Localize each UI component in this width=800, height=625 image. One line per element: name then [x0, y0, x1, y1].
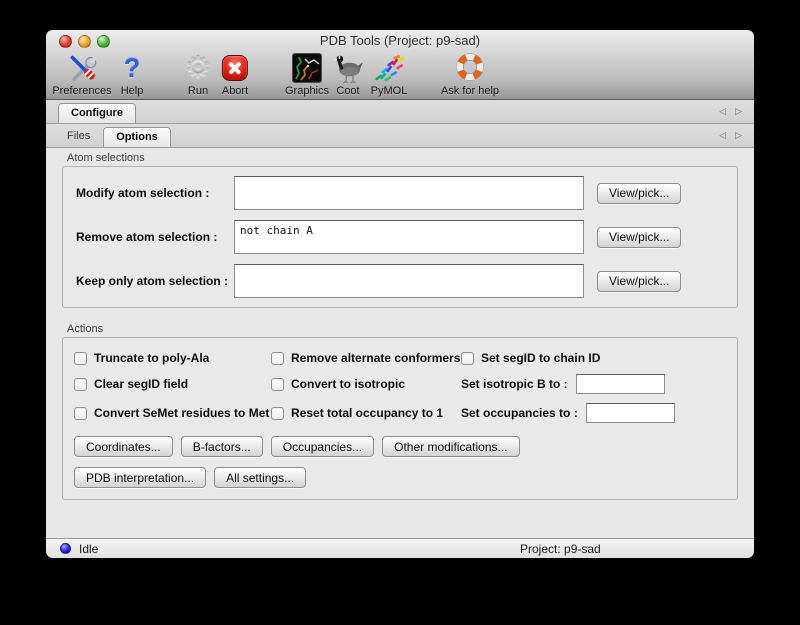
toolbar-button-preferences[interactable]: Preferences [52, 51, 111, 97]
tools-icon [52, 51, 111, 84]
truncate-poly-ala-checkbox[interactable] [74, 352, 87, 365]
convert-to-isotropic-checkbox[interactable] [271, 378, 284, 391]
atom-selections-caption: Atom selections [67, 152, 738, 164]
actions-button-row-1: Coordinates... B-factors... Occupancies.… [74, 436, 737, 457]
pdb-interpretation-button[interactable]: PDB interpretation... [74, 467, 206, 488]
keep-only-atom-selection-label: Keep only atom selection : [76, 274, 234, 288]
molecule-graphics-icon [285, 51, 329, 84]
remove-atom-selection-input[interactable]: not chain A [234, 220, 584, 254]
actions-caption: Actions [67, 323, 738, 335]
b-factors-button[interactable]: B-factors... [181, 436, 263, 457]
set-segid-to-chain-id-checkbox[interactable] [461, 352, 474, 365]
window-header: PDB Tools (Project: p9-sad) [46, 30, 754, 100]
view-pick-button[interactable]: View/pick... [597, 227, 681, 248]
toolbar-button-graphics[interactable]: Graphics [285, 51, 329, 97]
actions-grid: Truncate to poly-Ala Remove alternate co… [74, 351, 737, 423]
clear-segid-field-option: Clear segID field [74, 377, 271, 391]
other-modifications-button[interactable]: Other modifications... [382, 436, 519, 457]
set-occupancies-field-row: Set occupancies to : [461, 403, 737, 423]
files-options-tab-strip: Files Options ◁ ▷ [46, 124, 754, 148]
remove-selection-row: Remove atom selection : not chain A View… [76, 220, 737, 254]
remove-alternate-conformers-option: Remove alternate conformers [271, 351, 461, 365]
modify-atom-selection-label: Modify atom selection : [76, 186, 234, 200]
tab-scroll-right-icon[interactable]: ▷ [735, 131, 742, 140]
actions-group: Truncate to poly-Ala Remove alternate co… [62, 337, 738, 500]
set-isotropic-b-label: Set isotropic B to : [461, 377, 568, 391]
reset-total-occupancy-checkbox[interactable] [271, 407, 284, 420]
rainbow-helix-icon [371, 51, 408, 84]
convert-semet-option: Convert SeMet residues to Met [74, 406, 271, 420]
modify-atom-selection-input[interactable] [234, 176, 584, 210]
toolbar-button-pymol[interactable]: PyMOL [371, 51, 408, 97]
set-occupancies-label: Set occupancies to : [461, 406, 578, 420]
convert-to-isotropic-option: Convert to isotropic [271, 377, 461, 391]
tab-options[interactable]: Options [103, 127, 171, 147]
stop-x-icon [222, 51, 248, 84]
modify-selection-row: Modify atom selection : View/pick... [76, 176, 737, 210]
keep-only-selection-row: Keep only atom selection : View/pick... [76, 264, 737, 298]
lifebuoy-icon [441, 51, 499, 84]
toolbar-label: Abort [222, 85, 248, 97]
view-pick-button[interactable]: View/pick... [597, 271, 681, 292]
atom-selections-group: Modify atom selection : View/pick... Rem… [62, 166, 738, 308]
toolbar-button-run[interactable]: ⚙ Run [185, 51, 211, 97]
remove-atom-selection-label: Remove atom selection : [76, 230, 234, 244]
tab-scroll-arrows: ◁ ▷ [719, 100, 742, 123]
set-isotropic-b-input[interactable] [576, 374, 665, 394]
status-bar: Idle Project: p9-sad [46, 538, 754, 558]
tab-scroll-arrows: ◁ ▷ [719, 124, 742, 147]
toolbar-label: Preferences [52, 85, 111, 97]
status-text: Idle [79, 542, 98, 556]
set-isotropic-b-field-row: Set isotropic B to : [461, 374, 737, 394]
view-pick-button[interactable]: View/pick... [597, 183, 681, 204]
toolbar-label: Help [121, 85, 144, 97]
toolbar-label: PyMOL [371, 85, 408, 97]
actions-button-row-2: PDB interpretation... All settings... [74, 467, 737, 488]
configure-tab-strip: Configure ◁ ▷ [46, 100, 754, 124]
reset-total-occupancy-option: Reset total occupancy to 1 [271, 406, 461, 420]
window-title: PDB Tools (Project: p9-sad) [46, 33, 754, 48]
toolbar-label: Ask for help [441, 85, 499, 97]
tab-scroll-left-icon[interactable]: ◁ [719, 131, 726, 140]
coordinates-button[interactable]: Coordinates... [74, 436, 173, 457]
toolbar-label: Run [185, 85, 211, 97]
truncate-poly-ala-option: Truncate to poly-Ala [74, 351, 271, 365]
occupancies-button[interactable]: Occupancies... [271, 436, 374, 457]
set-occupancies-input[interactable] [586, 403, 675, 423]
tab-scroll-left-icon[interactable]: ◁ [719, 107, 726, 116]
screenshot-background: PDB Tools (Project: p9-sad) [0, 0, 800, 625]
gear-icon: ⚙ [185, 51, 211, 84]
project-label: Project: p9-sad [520, 542, 601, 556]
toolbar-button-coot[interactable]: Coot [331, 51, 365, 97]
tab-configure[interactable]: Configure [58, 103, 136, 123]
coot-bird-icon [331, 51, 365, 84]
status-indicator-icon [60, 543, 71, 554]
options-panel: Atom selections Modify atom selection : … [46, 148, 754, 538]
convert-semet-checkbox[interactable] [74, 407, 87, 420]
tab-files[interactable]: Files [58, 127, 99, 147]
remove-alternate-conformers-checkbox[interactable] [271, 352, 284, 365]
toolbar-button-ask-for-help[interactable]: Ask for help [441, 51, 499, 97]
pdb-tools-window: PDB Tools (Project: p9-sad) [46, 30, 754, 558]
clear-segid-field-checkbox[interactable] [74, 378, 87, 391]
tab-scroll-right-icon[interactable]: ▷ [735, 107, 742, 116]
all-settings-button[interactable]: All settings... [214, 467, 306, 488]
toolbar-label: Graphics [285, 85, 329, 97]
keep-only-atom-selection-input[interactable] [234, 264, 584, 298]
toolbar-button-help[interactable]: ? Help [121, 51, 144, 97]
question-mark-icon: ? [121, 51, 144, 84]
toolbar-label: Coot [331, 85, 365, 97]
set-segid-to-chain-id-option: Set segID to chain ID [461, 351, 737, 365]
toolbar-button-abort[interactable]: Abort [222, 51, 248, 97]
